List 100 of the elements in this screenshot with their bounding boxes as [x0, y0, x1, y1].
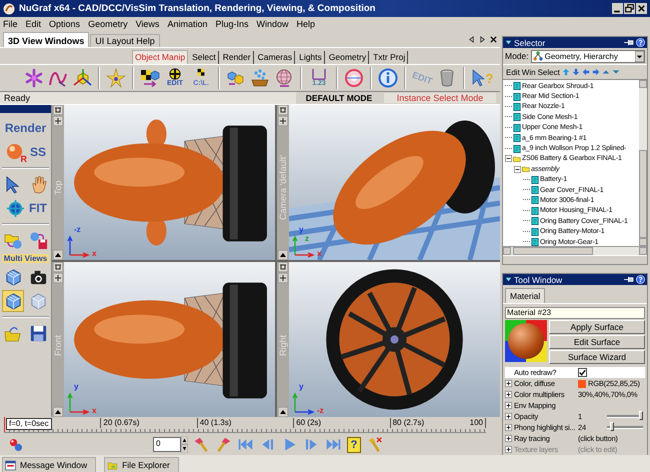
menu-item[interactable]: File — [3, 19, 18, 29]
text-tool-button[interactable]: Render — [4, 117, 46, 139]
info-icon[interactable] — [378, 68, 398, 88]
asterisk-icon[interactable] — [24, 68, 44, 88]
spin-arrows-icon[interactable] — [181, 436, 188, 453]
camera-pin-icon[interactable] — [53, 105, 63, 115]
ring-icon[interactable] — [344, 68, 364, 88]
toolbar-tab[interactable]: Object Manip — [132, 50, 188, 64]
document-tab[interactable]: 3D View Windows — [3, 32, 90, 47]
restore-icon[interactable] — [624, 3, 635, 14]
close-icon[interactable] — [636, 3, 647, 14]
triangle-down-icon[interactable] — [612, 68, 620, 76]
toolbar-tab[interactable]: Txtr Proj — [371, 51, 408, 64]
split-view-icon[interactable] — [278, 116, 288, 126]
text-tool-button[interactable]: SS — [30, 141, 46, 163]
expand-icon[interactable] — [505, 402, 512, 409]
close-icon[interactable] — [490, 36, 497, 43]
expand-icon[interactable] — [505, 424, 512, 431]
split-view-icon[interactable] — [53, 116, 63, 126]
menu-item[interactable]: Options — [49, 19, 80, 29]
expand-up-icon[interactable] — [278, 250, 288, 260]
pin-icon[interactable] — [623, 39, 634, 46]
toolbar-link[interactable]: Win — [522, 68, 536, 76]
cube-grid-icon[interactable] — [2, 290, 24, 312]
toolbar-link[interactable]: Select — [538, 68, 560, 76]
toolbar-tab[interactable]: Cameras — [256, 51, 296, 64]
key-delete-icon[interactable] — [366, 436, 383, 453]
pin-icon[interactable] — [623, 276, 634, 283]
help-icon[interactable] — [636, 38, 645, 47]
bottom-tab[interactable]: Message Window — [2, 457, 96, 472]
horizontal-scrollbar[interactable] — [503, 246, 647, 255]
viewport[interactable]: y x — [64, 262, 275, 417]
menu-item[interactable]: Plug-Ins — [215, 19, 248, 29]
bottom-tab[interactable]: File Explorer — [104, 457, 179, 472]
menu-item[interactable]: Animation — [167, 19, 208, 29]
star-icon[interactable] — [106, 68, 126, 88]
slider-thumb[interactable] — [639, 411, 643, 420]
axes-icon[interactable] — [72, 68, 92, 88]
minimize-icon[interactable] — [612, 3, 623, 14]
timeline-track[interactable]: f=0, t=0sec 20 (0.67s) 40 (1.3s) 60 (2s) 80 (2.7s) 100 — [4, 417, 486, 433]
toolbar-tab[interactable]: Geometry — [326, 51, 370, 64]
camera-pin-icon[interactable] — [278, 262, 288, 272]
triangle-up-icon[interactable] — [602, 68, 610, 76]
timeline-label: 20 (0.67s) — [100, 418, 140, 428]
panel-tab[interactable]: Material — [505, 288, 546, 303]
expand-up-icon[interactable] — [53, 250, 63, 260]
viewport[interactable]: -z x — [64, 105, 275, 260]
expand-up-icon[interactable] — [53, 407, 63, 417]
viewport[interactable]: y -z — [289, 262, 500, 417]
expander-icon[interactable] — [514, 166, 521, 173]
material-name-field[interactable]: Material #23 — [505, 307, 645, 319]
tub-icon[interactable] — [250, 68, 270, 88]
key-remove-icon[interactable] — [215, 436, 232, 453]
cube-arrow-icon[interactable] — [140, 68, 160, 88]
toolbar-link[interactable]: Edit — [506, 68, 520, 76]
document-tab[interactable]: UI Layout Help — [90, 34, 160, 47]
toolbar-tab[interactable]: Lights — [297, 51, 325, 64]
help-button[interactable]: ? — [347, 436, 361, 452]
split-view-icon[interactable] — [278, 273, 288, 283]
collapse-icon[interactable] — [505, 276, 512, 283]
key-add-icon[interactable] — [193, 436, 210, 453]
surface-button[interactable]: Apply Surface — [549, 320, 645, 334]
arrow-right-icon[interactable] — [592, 68, 600, 76]
slider-thumb[interactable] — [610, 422, 614, 431]
text-tool-button[interactable]: FIT — [29, 197, 47, 219]
expander-icon[interactable] — [505, 155, 512, 162]
camera-pin-icon[interactable] — [278, 105, 288, 115]
expand-icon[interactable] — [505, 391, 512, 398]
expand-icon[interactable] — [505, 435, 512, 442]
surface-button[interactable]: Edit Surface — [549, 335, 645, 349]
menu-item[interactable]: Window — [256, 19, 289, 29]
split-view-icon[interactable] — [53, 273, 63, 283]
molecule-icon[interactable] — [8, 436, 24, 452]
menu-item[interactable]: Views — [136, 19, 160, 29]
dropdown-arrow-icon[interactable] — [635, 50, 644, 62]
toolbar-tab[interactable]: Select — [190, 51, 219, 64]
expand-icon[interactable] — [505, 380, 512, 387]
toolbar-tab[interactable]: Render — [220, 51, 254, 64]
menu-item[interactable]: Geometry — [88, 19, 128, 29]
help-icon[interactable] — [636, 275, 645, 284]
crosshair-icon[interactable] — [4, 197, 26, 219]
checkbox[interactable] — [578, 368, 587, 377]
menu-item[interactable]: Edit — [26, 19, 42, 29]
menu-item[interactable]: Help — [296, 19, 316, 29]
frame-field[interactable]: 0 — [153, 437, 181, 452]
expand-up-icon[interactable] — [278, 407, 288, 417]
scroll-left-icon[interactable] — [468, 36, 475, 43]
camera-pin-icon[interactable] — [53, 262, 63, 272]
mode-dropdown[interactable]: Geometry, Hierarchy — [530, 50, 645, 62]
color-swatch[interactable] — [578, 380, 586, 388]
surface-button[interactable]: Surface Wizard — [549, 350, 645, 364]
mesh-file-icon — [513, 92, 521, 101]
scroll-right-icon[interactable] — [479, 36, 486, 43]
vertical-scrollbar[interactable] — [639, 80, 647, 246]
axis-label: x — [92, 249, 96, 258]
arrow-left-icon[interactable] — [582, 68, 590, 76]
collapse-icon[interactable] — [505, 39, 512, 46]
expand-icon[interactable] — [505, 413, 512, 420]
arrow-down-icon[interactable] — [572, 68, 580, 76]
wire-globe-icon[interactable] — [274, 68, 294, 88]
